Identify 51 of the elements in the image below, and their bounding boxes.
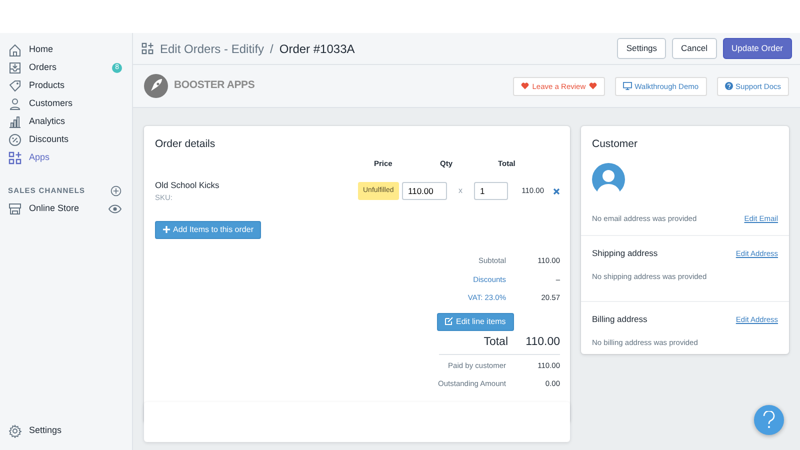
help-button[interactable] bbox=[754, 405, 784, 435]
multiply-sign: x bbox=[458, 185, 462, 197]
sidebar-item[interactable]: Orders bbox=[29, 61, 57, 75]
monitor-icon bbox=[622, 82, 632, 90]
apps-icon bbox=[141, 42, 154, 55]
avatar-icon bbox=[592, 162, 625, 196]
person-icon bbox=[8, 97, 22, 111]
plus-icon bbox=[163, 226, 170, 234]
section-title: Billing address bbox=[592, 313, 648, 326]
header-button[interactable]: Settings bbox=[617, 38, 666, 59]
bar-chart-icon bbox=[8, 115, 22, 129]
quantity-field[interactable]: 1 bbox=[474, 182, 508, 200]
heart-icon bbox=[521, 82, 530, 90]
home-icon bbox=[8, 43, 22, 57]
eye-icon bbox=[108, 202, 122, 216]
logo-text: BOOSTER APPS bbox=[174, 78, 255, 94]
add-items-button[interactable]: Add Items to this order bbox=[155, 221, 262, 239]
settings-icon bbox=[8, 424, 22, 438]
page-title: Order #1033A bbox=[279, 40, 355, 58]
heart-icon bbox=[588, 82, 597, 90]
sidebar-item[interactable]: Customers bbox=[29, 97, 73, 111]
total-label: Total bbox=[482, 334, 508, 350]
sidebar-item[interactable]: Apps bbox=[29, 151, 50, 165]
question-icon bbox=[762, 411, 776, 429]
close-icon[interactable] bbox=[553, 188, 560, 194]
total-value: 110.00 bbox=[524, 334, 560, 350]
sidebar-item[interactable]: Settings bbox=[29, 424, 62, 438]
inbox-icon bbox=[8, 61, 22, 75]
card-title: Order details bbox=[155, 137, 216, 152]
section-title: Shipping address bbox=[592, 247, 658, 260]
product-name: Old School Kicks bbox=[155, 179, 220, 192]
sidebar-item[interactable]: Online Store bbox=[29, 202, 80, 216]
breadcrumb-separator: / bbox=[270, 40, 274, 58]
tag-icon bbox=[8, 79, 22, 93]
sidebar-item[interactable]: Discounts bbox=[29, 133, 69, 147]
discount-icon bbox=[8, 133, 22, 147]
sidebar-item[interactable]: Analytics bbox=[29, 115, 66, 129]
header-button[interactable]: Update Order bbox=[722, 38, 792, 59]
header-button[interactable]: Cancel bbox=[672, 38, 716, 59]
store-icon bbox=[8, 202, 22, 216]
card-title: Customer bbox=[592, 137, 639, 152]
help-icon bbox=[724, 82, 733, 90]
sidebar-item[interactable]: Products bbox=[29, 79, 65, 93]
edit-line-items-button[interactable]: Edit line items bbox=[437, 312, 514, 330]
rocket-logo-icon bbox=[143, 73, 169, 99]
add-icon bbox=[110, 185, 122, 197]
sidebar-item[interactable]: Home bbox=[29, 43, 54, 57]
breadcrumb-link[interactable]: Edit Orders - Editify bbox=[160, 40, 264, 58]
price-field[interactable]: 110.00 bbox=[402, 182, 447, 200]
edit-icon bbox=[445, 317, 453, 326]
apps-icon bbox=[8, 151, 22, 165]
